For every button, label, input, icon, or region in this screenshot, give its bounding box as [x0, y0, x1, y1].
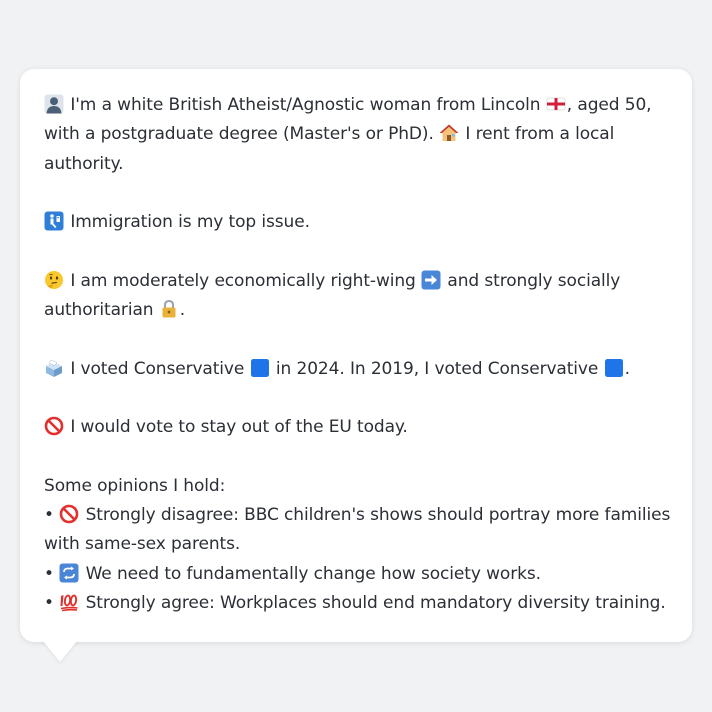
- repeat-icon: [59, 563, 79, 583]
- prohibited-icon: [44, 416, 64, 436]
- blue-square-icon: [604, 358, 624, 378]
- list-item: • We need to fundamentally change how so…: [44, 563, 541, 584]
- message-line: authoritarian .: [44, 299, 186, 321]
- person-icon: [44, 94, 64, 114]
- england-flag-icon: [546, 94, 566, 114]
- lock-icon: [159, 299, 179, 319]
- house-icon: [439, 123, 459, 143]
- message-bubble: I'm a white British Atheist/Agnostic wom…: [20, 69, 692, 642]
- list-item-continuation: with same-sex parents.: [44, 534, 241, 555]
- list-item: • Strongly agree: Workplaces should end …: [44, 592, 666, 614]
- message-text: I'm a white British Atheist/Agnostic wom…: [44, 91, 671, 618]
- ballot-box-icon: [44, 358, 64, 378]
- opinions-heading: Some opinions I hold:: [44, 475, 226, 496]
- message-line: I would vote to stay out of the EU today…: [44, 413, 668, 442]
- blue-square-icon: [250, 358, 270, 378]
- message-line: Immigration is my top issue.: [44, 208, 668, 237]
- message-line: authority.: [44, 153, 124, 174]
- bubble-tail: [42, 640, 78, 662]
- prohibited-icon: [59, 504, 79, 524]
- right-arrow-icon: [421, 270, 441, 290]
- message-line: I voted Conservative in 2024. In 2019, I…: [44, 355, 668, 384]
- passport-control-icon: [44, 211, 64, 231]
- hundred-points-icon: [59, 592, 79, 612]
- message-line: I'm a white British Atheist/Agnostic wom…: [44, 91, 668, 120]
- message-line: with a postgraduate degree (Master's or …: [44, 123, 615, 145]
- thinking-face-icon: [44, 270, 64, 290]
- message-line: I am moderately economically right-wing …: [44, 267, 668, 296]
- list-item: • Strongly disagree: BBC children's show…: [44, 504, 671, 526]
